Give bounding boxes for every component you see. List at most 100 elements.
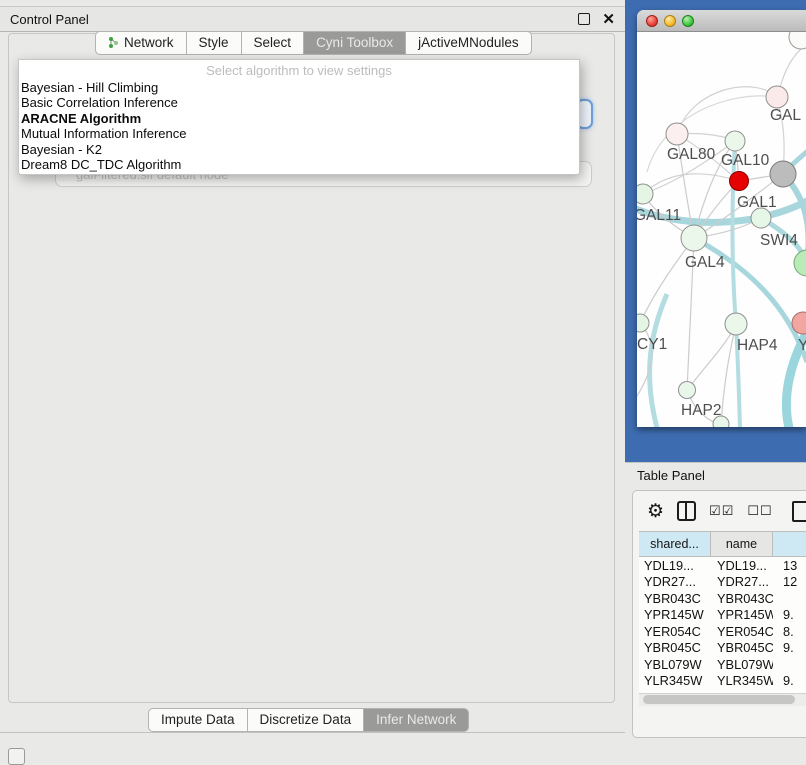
table-cell: YDL19...: [711, 558, 773, 573]
table-cell: YBR043C: [639, 591, 711, 606]
close-traffic-light-icon[interactable]: [646, 15, 658, 27]
table-panel-titlebar: Table Panel: [625, 462, 806, 488]
network-window-titlebar: [637, 10, 806, 32]
table-cell: YDL19...: [639, 558, 711, 573]
tab-jactivemnodules-label: jActiveMNodules: [418, 35, 519, 50]
algorithm-option[interactable]: Basic Correlation Inference: [19, 95, 579, 110]
algorithm-option[interactable]: ARACNE Algorithm: [19, 111, 579, 126]
table-cell: YIL053C: [639, 690, 711, 693]
tab-select-label: Select: [254, 35, 292, 50]
tab-style-label: Style: [199, 35, 229, 50]
network-node[interactable]: [794, 250, 806, 276]
tab-discretize-data[interactable]: Discretize Data: [248, 708, 365, 732]
split-columns-icon[interactable]: [677, 501, 696, 521]
tab-cyni-toolbox-label: Cyni Toolbox: [316, 35, 393, 50]
table-row[interactable]: YER054CYER054C8.: [639, 623, 806, 640]
collapsed-panel-icon[interactable]: [8, 748, 25, 765]
control-panel: Control Panel ✕ Network Style Select Cyn…: [0, 6, 625, 733]
tab-network-label: Network: [124, 35, 174, 50]
select-all-checkboxes-icon[interactable]: ☑☑: [709, 503, 734, 519]
table-horizontal-scrollbar[interactable]: [639, 693, 806, 706]
control-panel-title: Control Panel: [10, 12, 89, 27]
tab-discretize-data-label: Discretize Data: [260, 712, 352, 727]
algorithm-option[interactable]: Dream8 DC_TDC Algorithm: [19, 157, 579, 172]
document-icon[interactable]: [792, 501, 806, 522]
algorithm-dropdown[interactable]: Select algorithm to view settings Bayesi…: [18, 59, 580, 175]
control-panel-titlebar: Control Panel ✕: [0, 7, 625, 32]
tab-infer-network[interactable]: Infer Network: [364, 708, 469, 732]
network-desktop: GALGAL80GAL10GAL1SWI4GAL11GAL4GCY1HAP4YH…: [625, 0, 806, 462]
gear-icon[interactable]: ⚙: [647, 502, 664, 521]
network-canvas[interactable]: GALGAL80GAL10GAL1SWI4GAL11GAL4GCY1HAP4YH…: [637, 32, 806, 427]
network-node-gal[interactable]: [766, 86, 788, 108]
table-cell: YLR345W: [639, 673, 711, 688]
algorithm-option[interactable]: Bayesian - K2: [19, 142, 579, 157]
network-node-label: GAL80: [667, 146, 716, 163]
network-node-label: HAP2: [681, 402, 722, 419]
algorithm-dropdown-prompt: Select algorithm to view settings: [19, 60, 579, 80]
network-node-gal4[interactable]: [681, 225, 707, 251]
table-row[interactable]: YBR045CYBR045C9.: [639, 640, 806, 657]
network-node[interactable]: [789, 32, 806, 49]
tab-select[interactable]: Select: [242, 31, 305, 55]
table-cell: 8.: [773, 624, 806, 639]
table-row[interactable]: YDL19...YDL19...13: [639, 557, 806, 574]
network-node-gal10[interactable]: [725, 131, 745, 151]
table-panel: ⚙ ☑☑ ☐☐ shared... name YDL19...YDL19...1…: [632, 490, 806, 738]
table-cell: YBR045C: [639, 640, 711, 655]
minimize-traffic-light-icon[interactable]: [664, 15, 676, 27]
column-header-shared-name[interactable]: shared...: [639, 532, 711, 556]
tab-impute-data[interactable]: Impute Data: [148, 708, 248, 732]
top-tabstrip: Network Style Select Cyni Toolbox jActiv…: [95, 31, 532, 55]
undock-icon[interactable]: [578, 13, 590, 25]
algorithm-option[interactable]: Mutual Information Inference: [19, 126, 579, 141]
algorithm-dropdown-items: Bayesian - Hill ClimbingBasic Correlatio…: [19, 80, 579, 172]
table-row[interactable]: YIL053CYIL053C8: [639, 689, 806, 693]
network-node-gal1[interactable]: [770, 161, 796, 187]
table-cell: YPR145W: [711, 607, 773, 622]
table-row[interactable]: YLR345WYLR345W9.: [639, 673, 806, 690]
tab-infer-network-label: Infer Network: [376, 712, 456, 727]
table-cell: 9.: [773, 607, 806, 622]
algorithm-option[interactable]: Bayesian - Hill Climbing: [19, 80, 579, 95]
column-header-partial[interactable]: [773, 532, 806, 556]
table-row[interactable]: YBR043CYBR043C: [639, 590, 806, 607]
network-node-label: GCY1: [637, 336, 667, 353]
tab-network[interactable]: Network: [95, 31, 187, 55]
close-icon[interactable]: ✕: [602, 12, 615, 27]
network-node-gal11[interactable]: [637, 184, 653, 204]
tab-style[interactable]: Style: [187, 31, 242, 55]
network-node[interactable]: [713, 416, 729, 427]
network-node-gcy1[interactable]: [637, 314, 649, 332]
network-node-hap4[interactable]: [725, 313, 747, 335]
tab-cyni-toolbox[interactable]: Cyni Toolbox: [304, 31, 406, 55]
network-node[interactable]: [730, 172, 749, 191]
table-row[interactable]: YPR145WYPR145W9.: [639, 607, 806, 624]
network-node-label: SWI4: [760, 232, 798, 249]
table-header: shared... name: [639, 531, 806, 557]
table-cell: YBL079W: [639, 657, 711, 672]
table-row[interactable]: YBL079WYBL079W: [639, 656, 806, 673]
bottom-tabstrip: Impute Data Discretize Data Infer Networ…: [148, 708, 469, 732]
column-header-name[interactable]: name: [711, 532, 773, 556]
network-view-window[interactable]: GALGAL80GAL10GAL1SWI4GAL11GAL4GCY1HAP4YH…: [637, 10, 806, 427]
tab-jactivemnodules[interactable]: jActiveMNodules: [406, 31, 532, 55]
table-cell: YBR043C: [711, 591, 773, 606]
table-cell: 8: [773, 690, 806, 693]
table-row[interactable]: YDR27...YDR27...12: [639, 574, 806, 591]
table-cell: YDR27...: [639, 574, 711, 589]
deselect-all-checkboxes-icon[interactable]: ☐☐: [747, 503, 772, 519]
table-cell: YDR27...: [711, 574, 773, 589]
table-cell: YBR045C: [711, 640, 773, 655]
table-cell: YER054C: [639, 624, 711, 639]
network-node-label: GAL: [770, 107, 801, 124]
scrollbar-thumb[interactable]: [643, 695, 795, 704]
table-cell: 13: [773, 558, 806, 573]
zoom-traffic-light-icon[interactable]: [682, 15, 694, 27]
network-node-gal80[interactable]: [666, 123, 688, 145]
network-node-label: GAL11: [637, 207, 681, 224]
network-node-label: HAP4: [737, 337, 778, 354]
network-node-hap2[interactable]: [679, 382, 696, 399]
network-node-swi4[interactable]: [751, 208, 771, 228]
tab-impute-data-label: Impute Data: [161, 712, 235, 727]
